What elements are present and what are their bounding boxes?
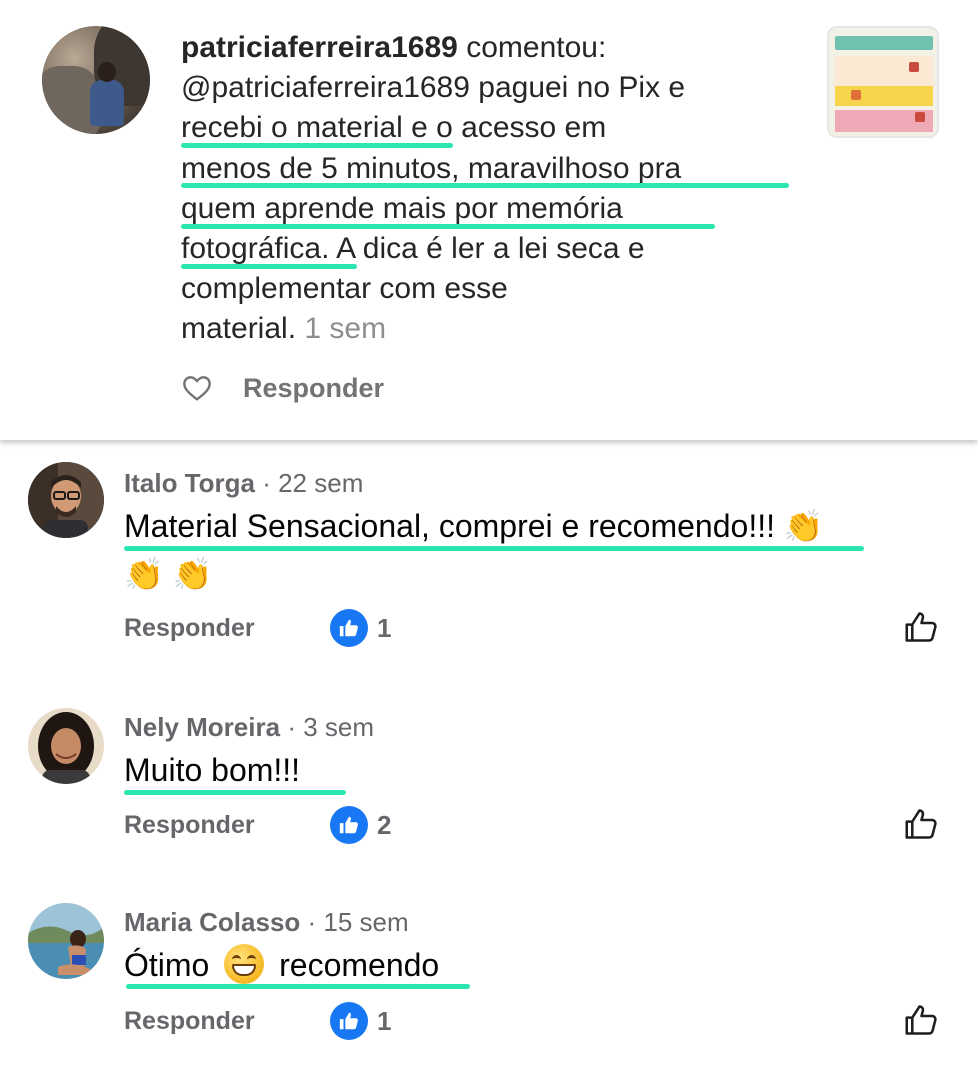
comment-line: material. xyxy=(181,312,297,346)
comment-timestamp: · 15 sem xyxy=(307,907,409,937)
like-button-thumb-icon[interactable] xyxy=(902,608,940,646)
post-thumbnail[interactable] xyxy=(827,26,939,138)
comment-actions: Responder 1 xyxy=(124,1002,391,1040)
instagram-comment-card: patriciaferreira1689 comentou: @patricia… xyxy=(0,0,978,440)
comment-body: Material Sensacional, comprei e recomend… xyxy=(124,508,775,544)
reply-button[interactable]: Responder xyxy=(124,614,330,643)
comment-line: quem aprende mais por memória xyxy=(181,191,623,225)
comment-body: Muito bom!!! xyxy=(124,752,301,788)
username[interactable]: patriciaferreira1689 xyxy=(181,31,458,64)
like-button-thumb-icon[interactable] xyxy=(902,1001,940,1039)
comment-text: Muito bom!!! xyxy=(124,746,924,794)
comment-body: recomendo xyxy=(279,947,440,983)
like-count: 1 xyxy=(377,1005,392,1036)
avatar[interactable] xyxy=(28,462,104,538)
comment-last-line: material. 1 sem xyxy=(181,309,811,349)
reply-button[interactable]: Responder xyxy=(124,811,330,840)
comment-header-line: patriciaferreira1689 comentou: xyxy=(181,28,811,68)
comment-line: @patriciaferreira1689 paguei no Pix e xyxy=(181,71,686,105)
like-reaction-icon xyxy=(330,609,368,647)
highlight-underline xyxy=(181,143,453,148)
comment-header: Maria Colasso · 15 sem xyxy=(124,907,409,938)
commenter-name[interactable]: Maria Colasso xyxy=(124,907,300,937)
avatar[interactable] xyxy=(28,708,104,784)
grinning-face-icon xyxy=(224,944,265,984)
like-reaction-icon xyxy=(330,806,368,844)
commenter-name[interactable]: Italo Torga xyxy=(124,468,255,498)
highlight-underline xyxy=(181,224,715,229)
like-reaction-icon xyxy=(330,1002,368,1040)
like-count: 1 xyxy=(377,612,392,643)
commenter-name[interactable]: Nely Moreira xyxy=(124,712,280,742)
highlight-underline xyxy=(181,183,789,188)
comment-timestamp: · 22 sem xyxy=(262,468,364,498)
heart-icon[interactable] xyxy=(181,372,213,404)
like-button-thumb-icon[interactable] xyxy=(902,805,940,843)
comment-text: patriciaferreira1689 comentou: @patricia… xyxy=(181,28,811,350)
comment-actions: Responder 1 xyxy=(124,609,391,647)
comment-timestamp: 1 sem xyxy=(304,312,387,346)
comment-body: Ótimo xyxy=(124,947,210,983)
clapping-hands-icon: 👏 xyxy=(783,507,824,545)
clapping-hands-icon: 👏 xyxy=(124,555,164,593)
comment-line: complementar com esse xyxy=(181,272,508,306)
highlight-underline xyxy=(124,790,346,795)
comment-timestamp: · 3 sem xyxy=(287,712,374,742)
avatar[interactable] xyxy=(42,26,150,134)
comment-verb: comentou: xyxy=(466,31,607,64)
clapping-hands-icon: 👏 xyxy=(172,555,213,593)
comment-header: Nely Moreira · 3 sem xyxy=(124,712,374,743)
highlight-underline xyxy=(126,984,470,989)
comment-header: Italo Torga · 22 sem xyxy=(124,468,363,499)
like-count: 2 xyxy=(377,809,392,840)
avatar[interactable] xyxy=(28,903,104,979)
comment-actions: Responder xyxy=(181,372,384,404)
reply-button[interactable]: Responder xyxy=(243,373,384,404)
comment-actions: Responder 2 xyxy=(124,806,391,844)
highlight-underline xyxy=(124,546,864,551)
comment-text: Ótimo recomendo xyxy=(124,941,924,989)
highlight-underline xyxy=(181,264,357,269)
reply-button[interactable]: Responder xyxy=(124,1007,330,1036)
